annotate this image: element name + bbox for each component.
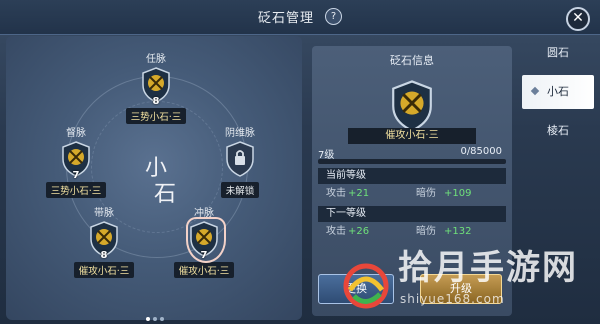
gem-level: 7 — [200, 250, 208, 261]
tab-small-stone[interactable]: 小石 — [522, 75, 594, 109]
stone-type-tabs: 圆石 小石 棱石 — [522, 36, 594, 153]
tab-round-stone[interactable]: 圆石 — [522, 36, 594, 70]
gem-level: 7 — [72, 170, 80, 181]
lock-icon — [226, 141, 254, 177]
sword-gem-icon — [392, 80, 432, 132]
tab-prism-stone[interactable]: 棱石 — [522, 114, 594, 148]
gem-shield-selected[interactable]: 7 — [186, 217, 226, 263]
meridian-name: 督脉 — [66, 128, 86, 139]
stat-atk-value: +21 — [348, 188, 370, 199]
title-bar: 砭石管理 ? ✕ — [0, 0, 600, 35]
exp-progress-bar — [318, 159, 506, 164]
selected-gem-name: 催攻小石·三 — [348, 128, 476, 144]
current-level-header: 当前等级 — [318, 168, 506, 184]
meridian-name: 带脉 — [94, 208, 114, 219]
selected-gem-icon — [390, 80, 434, 132]
info-title: 砭石信息 — [390, 54, 434, 67]
next-level-stats: 攻击 +26 暗伤 +132 — [318, 224, 506, 240]
meridian-node-du[interactable]: 督脉 7 三势小石·三 — [36, 124, 116, 198]
gem-shield[interactable]: 8 — [89, 221, 119, 261]
gem-label: 催攻小石·三 — [173, 262, 235, 278]
gem-label: 三势小石·三 — [125, 108, 187, 124]
meridian-node-yinwei[interactable]: 阴维脉 未解锁 — [200, 124, 280, 198]
help-icon[interactable]: ? — [325, 8, 343, 25]
stat-crit-value: +109 — [444, 188, 472, 199]
page-dot — [153, 317, 157, 321]
page-dot — [160, 317, 164, 321]
tab-label: 棱石 — [547, 124, 569, 137]
gem-label: 未解锁 — [220, 182, 260, 198]
meridian-name: 阴维脉 — [225, 128, 255, 139]
tab-label: 圆石 — [547, 46, 569, 59]
page-dot — [146, 317, 150, 321]
gem-shield[interactable]: 8 — [141, 67, 171, 107]
next-level-header: 下一等级 — [318, 206, 506, 222]
site-watermark: 拾月手游网 shiyue168.com — [340, 240, 595, 322]
close-button[interactable]: ✕ — [566, 7, 590, 31]
stat-crit-value: +132 — [444, 226, 472, 237]
center-title: 小 石 — [126, 156, 186, 208]
stat-atk-value: +26 — [348, 226, 370, 237]
current-level-stats: 攻击 +21 暗伤 +109 — [318, 186, 506, 202]
tab-label: 小石 — [547, 85, 569, 98]
meridian-node-dai[interactable]: 带脉 8 催攻小石·三 — [64, 204, 144, 278]
exp-value: 0/85000 — [460, 146, 502, 157]
gem-label: 三势小石·三 — [45, 182, 107, 198]
meridian-node-ren[interactable]: 任脉 8 三势小石·三 — [116, 50, 196, 124]
stat-atk-label: 攻击 — [326, 188, 346, 199]
meridian-node-chong[interactable]: 冲脉 7 催攻小石·三 — [164, 204, 244, 278]
watermark-text: 拾月手游网 — [398, 248, 578, 288]
meridian-map: 小 石 任脉 8 三势小石·三 督脉 7 三势小石·三 阴维脉 未解锁 带脉 8… — [6, 36, 302, 321]
watermark-logo-icon — [343, 263, 389, 309]
center-char-1: 小 — [144, 156, 167, 181]
gem-label: 催攻小石·三 — [73, 262, 135, 278]
gem-level: 8 — [152, 96, 160, 107]
stat-crit-label: 暗伤 — [416, 226, 436, 237]
stone-management-window: 砭石管理 ? ✕ 小 石 任脉 8 三势小石·三 督脉 7 三势小石·三 阴维脉… — [0, 0, 600, 324]
gem-shield[interactable]: 7 — [61, 141, 91, 181]
stat-crit-label: 暗伤 — [416, 188, 436, 199]
window-title: 砭石管理 — [257, 11, 314, 26]
stat-atk-label: 攻击 — [326, 226, 346, 237]
watermark-url: shiyue168.com — [400, 292, 505, 306]
meridian-name: 任脉 — [146, 54, 166, 65]
gem-shield[interactable] — [225, 141, 255, 177]
page-indicator — [146, 306, 167, 324]
gem-level: 8 — [100, 250, 108, 261]
active-diamond-icon — [530, 86, 540, 96]
